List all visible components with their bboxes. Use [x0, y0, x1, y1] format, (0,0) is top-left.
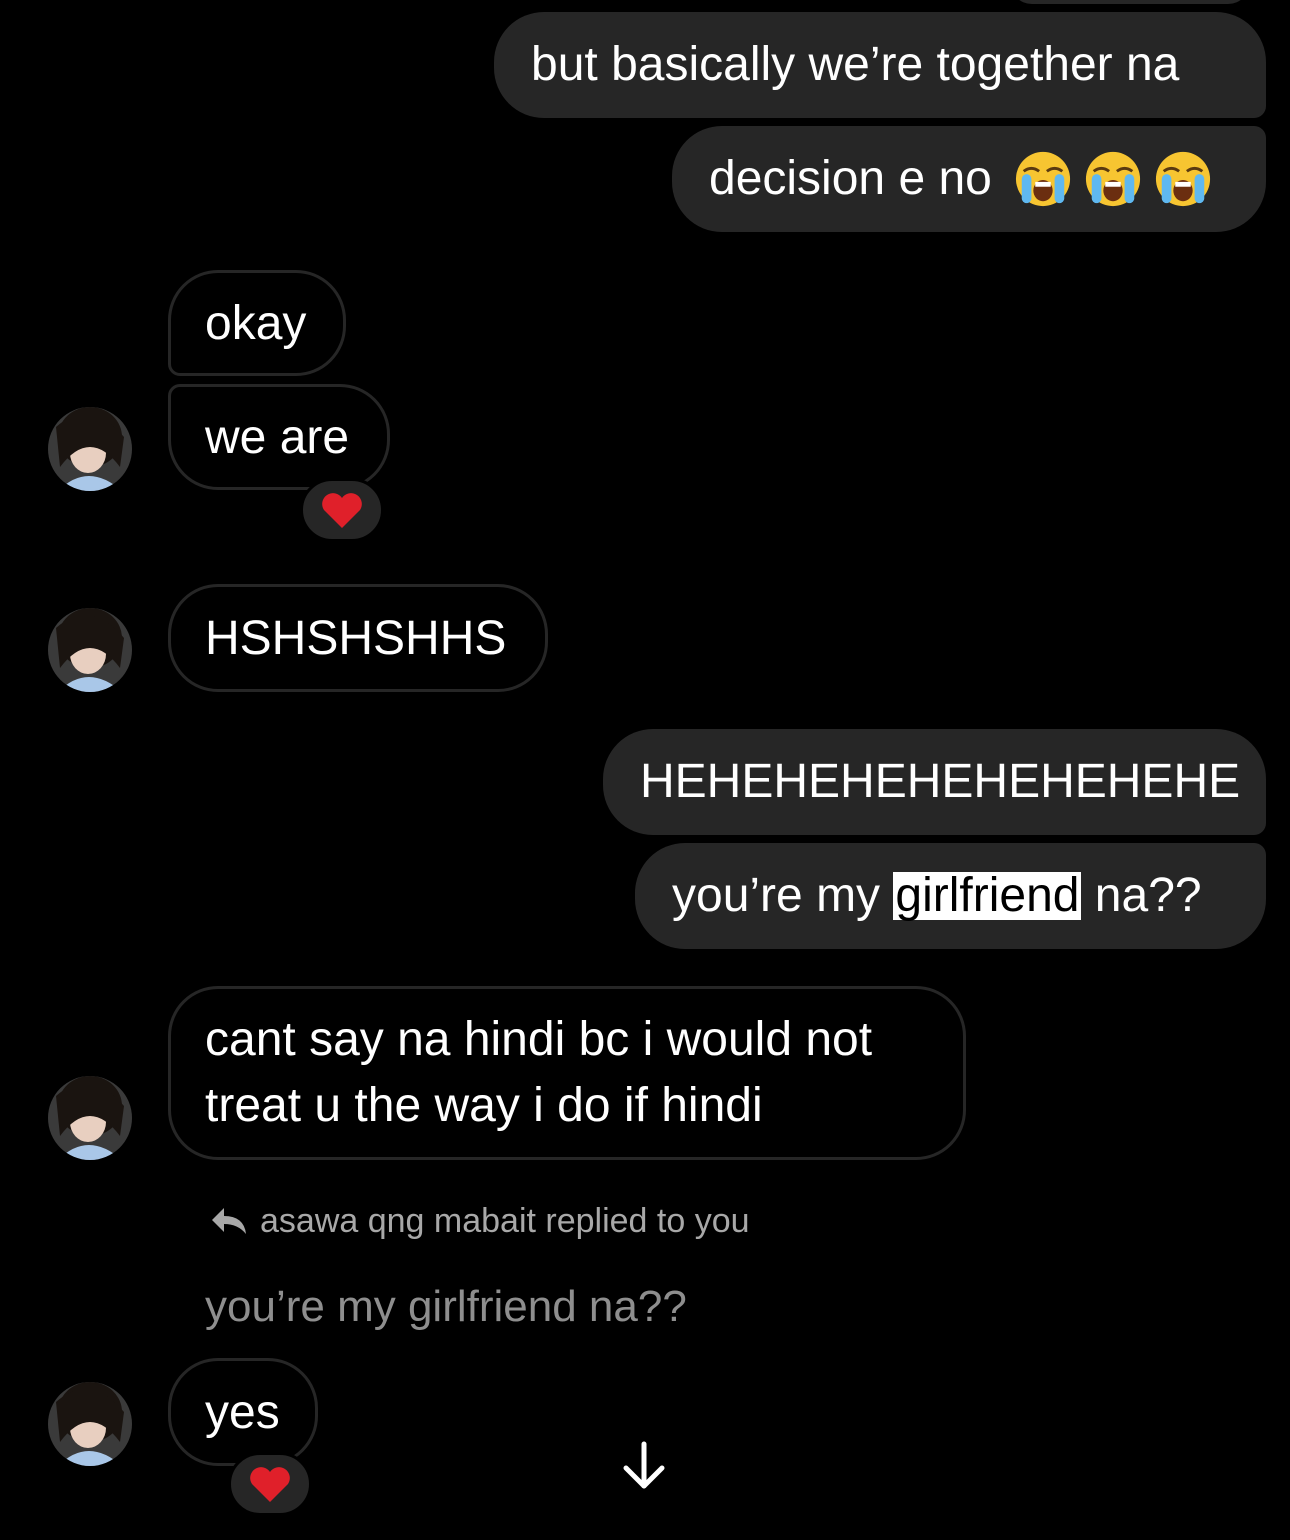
loudly-crying-face-icon	[1015, 151, 1070, 207]
message-text: yes	[205, 1385, 280, 1439]
reaction-badge[interactable]	[300, 478, 384, 542]
reply-arrow-icon	[212, 1208, 246, 1234]
avatar[interactable]	[48, 608, 132, 692]
message-text: HSHSHSHHS	[205, 611, 507, 665]
message-text: but basically we’re together na	[531, 38, 1180, 91]
message-outgoing[interactable]: HEHEHEHEHEHEHEHEHE	[603, 729, 1266, 835]
selected-text-highlight[interactable]: girlfriend	[893, 872, 1082, 920]
profile-photo	[48, 1076, 132, 1160]
quoted-message-text: you’re my girlfriend na??	[205, 1282, 687, 1331]
red-heart-icon	[322, 493, 362, 528]
message-outgoing[interactable]: decision e no	[672, 126, 1266, 232]
reply-indicator: asawa qng mabait replied to you	[210, 1198, 750, 1244]
message-outgoing[interactable]: but basically we’re together na	[494, 12, 1266, 118]
quoted-message[interactable]: you’re my girlfriend na??	[205, 1282, 687, 1332]
previous-message-edge	[1010, 0, 1250, 4]
loudly-crying-face-icon	[1085, 151, 1140, 207]
avatar[interactable]	[48, 1076, 132, 1160]
red-heart-icon	[250, 1467, 290, 1502]
profile-photo	[48, 407, 132, 491]
message-text: we are	[205, 410, 350, 464]
scroll-to-bottom-button[interactable]	[614, 1436, 674, 1496]
message-incoming[interactable]: okay	[168, 270, 346, 376]
arrow-down-icon	[623, 1441, 665, 1489]
message-line: cant say na hindi bc i would not	[205, 1013, 873, 1066]
reaction-badge[interactable]	[228, 1452, 312, 1516]
avatar[interactable]	[48, 1382, 132, 1466]
profile-photo	[48, 608, 132, 692]
message-text: okay	[205, 296, 307, 350]
message-outgoing[interactable]: you’re my girlfriend na??	[635, 843, 1266, 949]
profile-photo	[48, 1382, 132, 1466]
message-text: decision e no	[709, 152, 992, 205]
message-text: HEHEHEHEHEHEHEHEHE	[640, 755, 1241, 808]
message-incoming[interactable]: cant say na hindi bc i would not treat u…	[168, 986, 966, 1160]
message-incoming[interactable]: yes	[168, 1358, 318, 1466]
message-text-after: na??	[1081, 869, 1202, 922]
avatar[interactable]	[48, 407, 132, 491]
message-line: treat u the way i do if hindi	[205, 1079, 763, 1132]
message-text: cant say na hindi bc i would not treat u…	[205, 1007, 872, 1139]
message-incoming[interactable]: we are	[168, 384, 390, 490]
message-incoming[interactable]: HSHSHSHHS	[168, 584, 548, 692]
loudly-crying-face-icon	[1155, 151, 1210, 207]
message-text-before: you’re my	[672, 869, 894, 922]
reply-label-text: asawa qng mabait replied to you	[260, 1201, 750, 1240]
